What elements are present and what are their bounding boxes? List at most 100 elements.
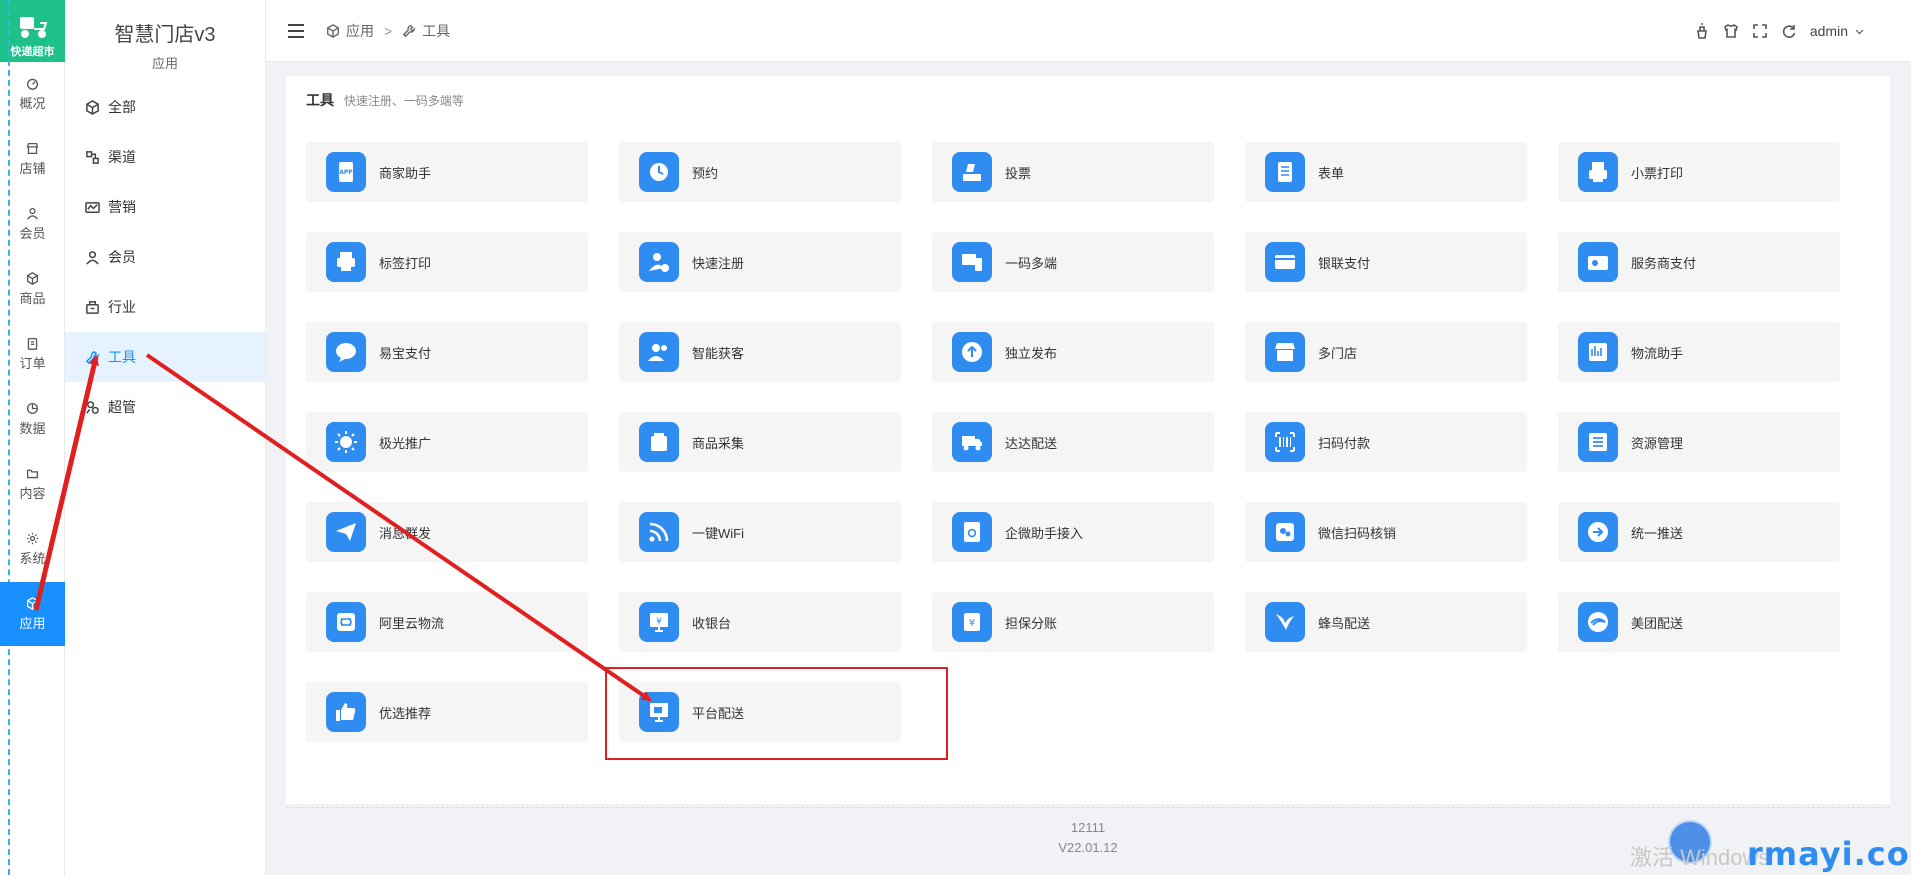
rail-item[interactable]: 数据 xyxy=(0,387,65,451)
sidebar-item[interactable]: 全部 xyxy=(65,82,265,132)
sidebar-item-label: 全部 xyxy=(108,99,136,115)
tool-tile[interactable]: 独立发布 xyxy=(932,322,1214,382)
rail-item[interactable]: 会员 xyxy=(0,192,65,256)
tool-tile[interactable]: 扫码付款 xyxy=(1245,412,1527,472)
arrow-right-circle-icon xyxy=(1588,522,1608,542)
industry-icon xyxy=(86,300,99,314)
tool-tile[interactable]: 消息群发 xyxy=(306,502,588,562)
user-menu[interactable]: admin xyxy=(1810,23,1865,39)
upload-icon xyxy=(962,342,982,362)
truck-icon xyxy=(962,436,982,451)
rail-item[interactable]: 商品 xyxy=(0,257,65,321)
marketing-icon xyxy=(85,201,100,213)
tool-label: 微信扫码核销 xyxy=(1318,525,1397,541)
tool-tile[interactable]: 物流助手 xyxy=(1558,322,1840,382)
sidebar-item[interactable]: 行业 xyxy=(65,282,265,332)
breadcrumb-separator: > xyxy=(384,22,393,39)
rail-item[interactable]: 店铺 xyxy=(0,127,65,191)
gear-icon xyxy=(26,532,39,544)
tool-icon-badge xyxy=(952,422,992,462)
sidebar-item[interactable]: 渠道 xyxy=(65,132,265,182)
breadcrumb-apps[interactable]: 应用 xyxy=(346,21,374,41)
section-title: 工具 xyxy=(306,92,334,108)
tool-tile[interactable]: 一码多端 xyxy=(932,232,1214,292)
menu-toggle-icon[interactable] xyxy=(288,23,304,38)
sidebar-item[interactable]: 会员 xyxy=(65,232,265,282)
tool-tile[interactable]: 小票打印 xyxy=(1558,142,1840,202)
tool-label: 统一推送 xyxy=(1631,525,1684,541)
fullscreen-icon[interactable] xyxy=(1752,23,1768,39)
tool-tile[interactable]: 蜂鸟配送 xyxy=(1245,592,1527,652)
rail-item[interactable]: 概况 xyxy=(0,62,65,126)
sidebar-item-label: 工具 xyxy=(108,349,136,365)
theme-shirt-icon[interactable] xyxy=(1723,23,1739,39)
folder-icon xyxy=(26,469,39,478)
tool-icon-badge xyxy=(639,242,679,282)
rail-item-label: 概况 xyxy=(19,95,46,111)
tool-icon-badge xyxy=(326,602,366,642)
tool-tile[interactable]: 微信扫码核销 xyxy=(1245,502,1527,562)
tool-tile[interactable]: 快速注册 xyxy=(619,232,901,292)
tool-tile[interactable]: 投票 xyxy=(932,142,1214,202)
clear-cache-icon[interactable] xyxy=(1694,23,1710,39)
tool-icon-badge xyxy=(1265,602,1305,642)
tool-label: 商家助手 xyxy=(379,165,432,181)
rail-item[interactable]: 系统 xyxy=(0,517,65,581)
tool-tile[interactable]: 资源管理 xyxy=(1558,412,1840,472)
tool-tile[interactable]: APP 商家助手 xyxy=(306,142,588,202)
wrench-icon xyxy=(85,350,100,364)
app-icon: APP xyxy=(339,162,353,182)
tool-tile[interactable]: 预约 xyxy=(619,142,901,202)
sidebar-item[interactable]: 营销 xyxy=(65,182,265,232)
guarantee-icon: ¥ xyxy=(964,613,980,631)
chat-bubble-icon xyxy=(336,343,356,362)
sidebar-header: 智慧门店v3 应用 xyxy=(65,0,265,71)
user-icon xyxy=(86,250,99,265)
sidebar-item[interactable]: 超管 xyxy=(65,382,265,432)
tool-icon-badge: ¥ xyxy=(639,602,679,642)
logo-text: 快递超市 xyxy=(10,46,55,58)
tool-tile[interactable]: 达达配送 xyxy=(932,412,1214,472)
sidebar-item[interactable]: 工具 xyxy=(65,332,265,382)
sidebar-item-label: 会员 xyxy=(108,249,136,265)
tool-tile[interactable]: 服务商支付 xyxy=(1558,232,1840,292)
tool-tile[interactable]: 表单 xyxy=(1245,142,1527,202)
channel-icon xyxy=(86,150,99,164)
cloud-icon xyxy=(337,613,355,631)
rail-item[interactable]: 订单 xyxy=(0,322,65,386)
tool-tile[interactable]: 统一推送 xyxy=(1558,502,1840,562)
receipt-printer-icon xyxy=(1589,162,1607,182)
breadcrumb-tools: 工具 xyxy=(422,22,451,39)
tool-label: 快速注册 xyxy=(692,255,745,271)
rail-item[interactable]: 内容 xyxy=(0,452,65,516)
refresh-doc-icon xyxy=(964,522,980,542)
tool-tile[interactable]: 商品采集 xyxy=(619,412,901,472)
tool-tile[interactable]: 阿里云物流 xyxy=(306,592,588,652)
tool-tile[interactable]: ¥ 收银台 xyxy=(619,592,901,652)
register-icon xyxy=(649,253,669,272)
tool-tile[interactable]: 极光推广 xyxy=(306,412,588,472)
tool-tile[interactable]: 多门店 xyxy=(1245,322,1527,382)
tool-tile[interactable]: 银联支付 xyxy=(1245,232,1527,292)
tool-tile[interactable]: 美团配送 xyxy=(1558,592,1840,652)
tool-icon-badge xyxy=(1265,242,1305,282)
collect-icon xyxy=(651,433,667,451)
cashier-icon: ¥ xyxy=(650,613,668,632)
tool-label: 阿里云物流 xyxy=(379,615,445,631)
tool-tile[interactable]: 智能获客 xyxy=(619,322,901,382)
rail-item[interactable]: 应用 xyxy=(0,582,65,646)
tool-label: 极光推广 xyxy=(379,435,432,451)
tool-tile[interactable]: 企微助手接入 xyxy=(932,502,1214,562)
refresh-icon[interactable] xyxy=(1781,23,1797,39)
svg-text:¥: ¥ xyxy=(656,617,662,627)
tool-tile[interactable]: 一键WiFi xyxy=(619,502,901,562)
rail-item-label: 数据 xyxy=(19,420,46,436)
tool-label: 美团配送 xyxy=(1631,615,1684,631)
tool-tile[interactable]: 标签打印 xyxy=(306,232,588,292)
logistics-icon xyxy=(1589,343,1607,361)
tool-label: 达达配送 xyxy=(1005,435,1058,451)
tool-tile[interactable]: 易宝支付 xyxy=(306,322,588,382)
tool-tile[interactable]: 优选推荐 xyxy=(306,682,588,742)
site-watermark: rmayi.com xyxy=(1747,835,1911,873)
tool-tile[interactable]: ¥ 担保分账 xyxy=(932,592,1214,652)
